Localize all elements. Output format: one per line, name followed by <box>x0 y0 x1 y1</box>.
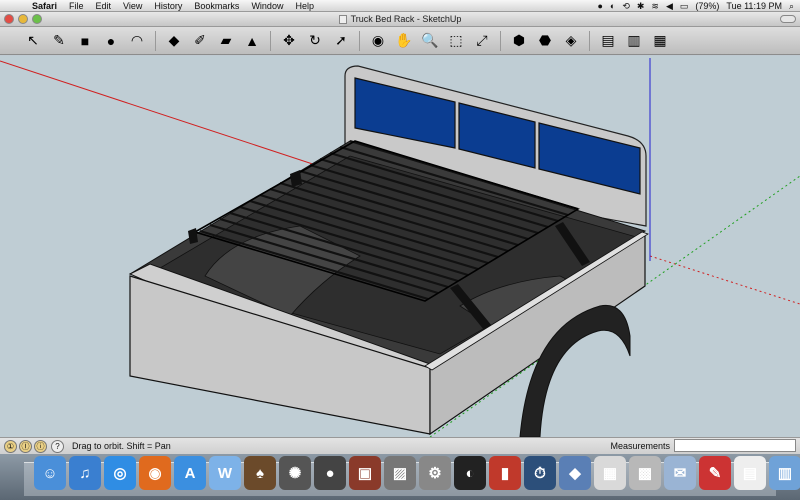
bug-app-icon[interactable]: ✺ <box>279 456 311 490</box>
battery-icon[interactable]: ▭ <box>680 1 689 12</box>
menu-view[interactable]: View <box>117 1 148 11</box>
toolbar-separator <box>500 30 501 51</box>
firefox-icon[interactable]: ◉ <box>139 456 171 490</box>
paint-bucket-tool[interactable]: ▰ <box>215 30 237 52</box>
finder-icon[interactable]: ☺ <box>34 456 66 490</box>
word-app-icon[interactable]: W <box>209 456 241 490</box>
spotlight-icon[interactable]: ⌕ <box>789 1 794 12</box>
menu-history[interactable]: History <box>148 1 188 11</box>
rectangle-tool[interactable]: ■ <box>74 30 96 52</box>
menu-bookmarks[interactable]: Bookmarks <box>188 1 245 11</box>
pan-tool[interactable]: ✋ <box>393 30 415 52</box>
measurements-field[interactable] <box>674 439 796 452</box>
truck-bed-model <box>0 58 800 437</box>
measurements-label: Measurements <box>610 441 670 451</box>
follow-me-tool[interactable]: ➚ <box>330 30 352 52</box>
rotate-tool[interactable]: ↻ <box>304 30 326 52</box>
toolbar-toggle-button[interactable] <box>780 15 796 23</box>
clock[interactable]: Tue 11:19 PM <box>726 1 782 11</box>
document-icon <box>338 14 347 24</box>
zoom-window-tool[interactable]: ⬚ <box>445 30 467 52</box>
status-icons: ① Ⓘ ⓘ ? <box>4 439 64 453</box>
credits-icon[interactable]: Ⓘ <box>19 439 32 453</box>
toolbar-separator <box>589 30 590 51</box>
menu-edit[interactable]: Edit <box>90 1 118 11</box>
dock: ☺♫◎◉AW♠✺●▣▨⚙◐▮⏱◆▦▩✉✎▤▥🗑 <box>0 454 800 500</box>
status-hint: Drag to orbit. Shift = Pan <box>72 441 171 451</box>
select-tool[interactable]: ↖ <box>22 30 44 52</box>
styles-button[interactable]: ▦ <box>649 30 671 52</box>
applications-folder-icon[interactable]: ▥ <box>769 456 800 490</box>
warehouse-button[interactable]: ◈ <box>560 30 582 52</box>
bluetooth-icon[interactable]: ✱ <box>637 1 645 12</box>
sketchup-window: Truck Bed Rack - SketchUp ↖ ✎ ■ ● ◠ ◆ ✐ ▰ ▲ ✥ ↻ ➚ ◉ ✋… <box>0 12 800 454</box>
zoom-tool[interactable]: 🔍 <box>419 30 441 52</box>
move-tool[interactable]: ✥ <box>278 30 300 52</box>
mail-icon[interactable]: ✉ <box>664 456 696 490</box>
window-title: Truck Bed Rack - SketchUp <box>350 14 462 24</box>
window-controls <box>4 14 42 24</box>
safari-icon[interactable]: ◎ <box>104 456 136 490</box>
status-icon-1[interactable]: ● <box>597 1 602 11</box>
orbit-tool[interactable]: ◉ <box>367 30 389 52</box>
photo-booth-2-icon[interactable]: ▮ <box>489 456 521 490</box>
wifi-icon[interactable]: ≋ <box>651 1 659 12</box>
volume-icon[interactable]: ◀ <box>666 1 673 12</box>
materials-button[interactable]: ▥ <box>623 30 645 52</box>
app-store-icon[interactable]: A <box>174 456 206 490</box>
tape-measure-tool[interactable]: ✐ <box>189 30 211 52</box>
textedit-icon[interactable]: ✎ <box>699 456 731 490</box>
status-icon-2[interactable]: ◐ <box>610 1 615 11</box>
system-prefs-icon[interactable]: ⚙ <box>419 456 451 490</box>
zoom-extents-tool[interactable]: ⤢ <box>471 30 493 52</box>
menu-help[interactable]: Help <box>289 1 320 11</box>
minimize-window-button[interactable] <box>18 14 28 24</box>
close-window-button[interactable] <box>4 14 14 24</box>
rack-leg-back-left <box>290 170 302 187</box>
ical-icon[interactable]: ▦ <box>594 456 626 490</box>
dock-items: ☺♫◎◉AW♠✺●▣▨⚙◐▮⏱◆▦▩✉✎▤▥🗑 <box>34 456 800 490</box>
zoom-window-button[interactable] <box>32 14 42 24</box>
document-icon[interactable]: ▤ <box>734 456 766 490</box>
photo-booth-icon[interactable]: ▣ <box>349 456 381 490</box>
pencil-tool[interactable]: ✎ <box>48 30 70 52</box>
push-pull-tool[interactable]: ▲ <box>241 30 263 52</box>
menu-safari[interactable]: Safari <box>26 1 63 11</box>
menu-file[interactable]: File <box>63 1 90 11</box>
window-titlebar: Truck Bed Rack - SketchUp <box>0 12 800 27</box>
geo-location-icon[interactable]: ① <box>4 439 17 453</box>
sketchup-icon[interactable]: ◆ <box>559 456 591 490</box>
share-model-button[interactable]: ⬣ <box>534 30 556 52</box>
menu-window[interactable]: Window <box>245 1 289 11</box>
toolbar-separator <box>359 30 360 51</box>
help-icon[interactable]: ? <box>51 439 64 453</box>
user-icon[interactable]: ⓘ <box>34 439 47 453</box>
itunes-icon[interactable]: ♫ <box>69 456 101 490</box>
model-viewport[interactable] <box>0 56 800 437</box>
toolbar-separator <box>155 30 156 51</box>
circle-tool[interactable]: ● <box>100 30 122 52</box>
red-axis-dotted-line <box>649 255 800 305</box>
main-toolbar: ↖ ✎ ■ ● ◠ ◆ ✐ ▰ ▲ ✥ ↻ ➚ ◉ ✋ 🔍 ⬚ ⤢ ⬢ ⬣ ◈ ▤ ▥ ▦ <box>0 27 800 55</box>
eraser-tool[interactable]: ◆ <box>163 30 185 52</box>
timemachine-icon[interactable]: ⟲ <box>622 1 630 12</box>
components-button[interactable]: ▤ <box>597 30 619 52</box>
solitaire-icon[interactable]: ♠ <box>244 456 276 490</box>
toolbar-separator <box>270 30 271 51</box>
quicktime-icon[interactable]: ◐ <box>454 456 486 490</box>
preview-icon[interactable]: ▨ <box>384 456 416 490</box>
menubar-status-area: ● ◐ ⟲ ✱ ≋ ◀ ▭ (79%) Tue 11:19 PM ⌕ <box>597 0 794 12</box>
menubar: Safari File Edit View History Bookmarks … <box>0 0 800 12</box>
get-models-button[interactable]: ⬢ <box>508 30 530 52</box>
paint-can-icon[interactable]: ▩ <box>629 456 661 490</box>
battery-percent: (79%) <box>695 1 720 11</box>
status-bar: ① Ⓘ ⓘ ? Drag to orbit. Shift = Pan Measu… <box>0 437 800 454</box>
arc-tool[interactable]: ◠ <box>126 30 148 52</box>
time-machine-icon[interactable]: ⏱ <box>524 456 556 490</box>
facetime-icon[interactable]: ● <box>314 456 346 490</box>
